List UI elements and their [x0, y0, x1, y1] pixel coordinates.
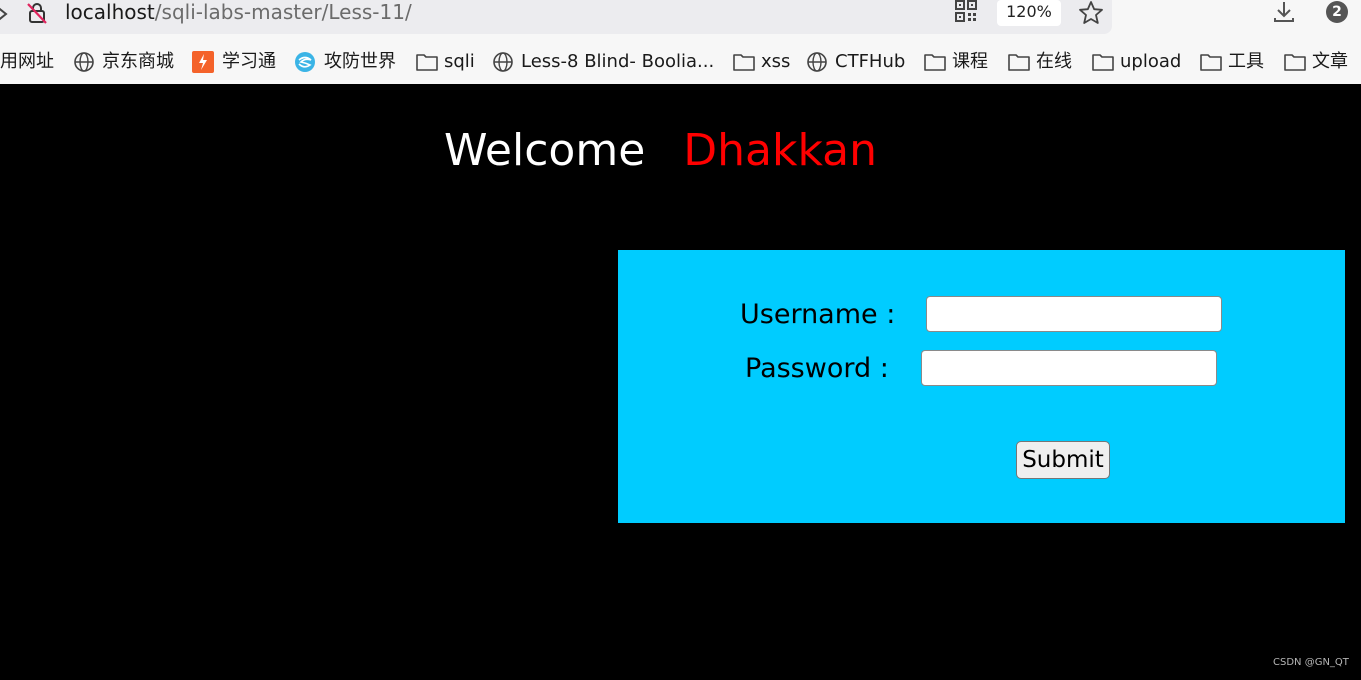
login-form-panel: Username : Password : Submit: [618, 250, 1345, 523]
folder-icon: [1008, 54, 1030, 71]
welcome-text: Welcome: [444, 125, 646, 176]
not-secure-lock-icon[interactable]: [25, 1, 49, 25]
folder-icon: [1200, 54, 1222, 71]
bookmark-label: CTFHub: [835, 51, 906, 72]
bookmark-label: 京东商城: [102, 51, 174, 72]
qr-code-icon[interactable]: [955, 0, 977, 22]
globe-icon: [74, 52, 94, 72]
password-label: Password :: [745, 353, 889, 384]
back-chevron-icon[interactable]: [0, 4, 10, 24]
bookmark-star-icon[interactable]: [1078, 0, 1104, 26]
bookmark-label: 攻防世界: [324, 51, 396, 72]
globe-icon: [493, 52, 513, 72]
globe-icon: [807, 52, 827, 72]
url-text[interactable]: localhost/sqli-labs-master/Less-11/: [65, 0, 412, 24]
bookmark-label: 课程: [952, 51, 988, 72]
bookmark-label: Less-8 Blind- Boolia...: [521, 51, 715, 72]
bookmark-label: sqli: [444, 51, 475, 72]
bookmark-label: 用网址: [0, 51, 54, 72]
gongfang-icon: [295, 52, 315, 72]
bookmark-label: 工具: [1228, 51, 1264, 72]
folder-icon: [924, 54, 946, 71]
password-input[interactable]: [921, 350, 1217, 386]
bookmark-label: 学习通: [222, 51, 276, 72]
welcome-name: Dhakkan: [683, 125, 878, 176]
download-icon[interactable]: [1272, 0, 1296, 24]
address-bar: localhost/sqli-labs-master/Less-11/ 120%…: [0, 0, 1361, 36]
bookmarks-bar: 用网址 京东商城 学习通 攻防世界 sqli Less-8 Blind- Boo…: [0, 44, 1361, 80]
watermark: CSDN @GN_QT: [1273, 657, 1349, 668]
xuexitong-icon: [192, 51, 214, 73]
url-host: localhost: [65, 0, 155, 24]
submit-button[interactable]: Submit: [1016, 441, 1110, 479]
browser-chrome: localhost/sqli-labs-master/Less-11/ 120%…: [0, 0, 1361, 84]
bookmark-label: xss: [761, 51, 791, 72]
bookmark-label: upload: [1120, 51, 1182, 72]
username-label: Username :: [740, 299, 896, 330]
username-input[interactable]: [926, 296, 1222, 332]
folder-icon: [733, 54, 755, 71]
folder-icon: [416, 54, 438, 71]
zoom-level[interactable]: 120%: [997, 0, 1061, 26]
folder-icon: [1284, 54, 1306, 71]
url-path: /sqli-labs-master/Less-11/: [154, 0, 412, 24]
welcome-heading: Welcome Dhakkan: [444, 126, 877, 176]
folder-icon: [1092, 54, 1114, 71]
downloads-count-badge[interactable]: 2: [1326, 1, 1348, 23]
bookmark-label: 文章: [1312, 51, 1348, 72]
bookmark-label: 在线: [1036, 51, 1072, 72]
